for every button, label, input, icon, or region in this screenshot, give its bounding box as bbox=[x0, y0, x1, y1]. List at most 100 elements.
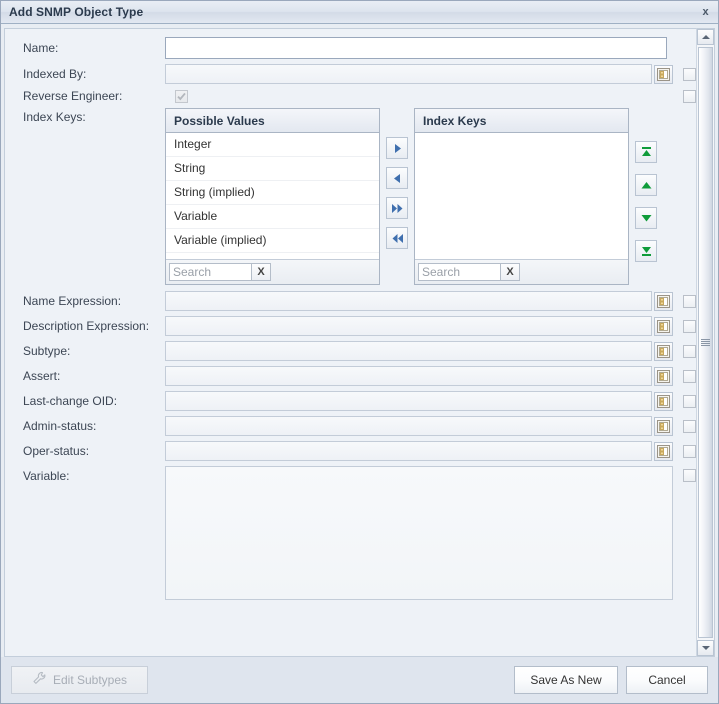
possible-values-footer: X bbox=[166, 259, 379, 284]
move-left-icon[interactable] bbox=[386, 167, 408, 189]
indexed-by-picker-icon[interactable] bbox=[654, 64, 673, 84]
row-oper-status: Oper-status: bbox=[5, 441, 696, 461]
row-assert: Assert: bbox=[5, 366, 696, 386]
oper-status-input[interactable] bbox=[165, 441, 652, 461]
cancel-button[interactable]: Cancel bbox=[626, 666, 708, 694]
index-keys-clear-icon[interactable]: X bbox=[501, 263, 520, 281]
move-to-bottom-icon[interactable] bbox=[635, 240, 657, 262]
edit-subtypes-button: Edit Subtypes bbox=[11, 666, 148, 694]
row-name-expression: Name Expression: bbox=[5, 291, 696, 311]
label-admin-status: Admin-status: bbox=[23, 419, 97, 433]
dialog-title: Add SNMP Object Type bbox=[9, 5, 144, 19]
possible-values-listbox[interactable]: Possible Values Integer String String (i… bbox=[165, 108, 380, 285]
row-name: Name: bbox=[5, 37, 696, 59]
row-description-expression: Description Expression: bbox=[5, 316, 696, 336]
row-last-change-oid: Last-change OID: bbox=[5, 391, 696, 411]
move-up-icon[interactable] bbox=[635, 174, 657, 196]
possible-values-clear-icon[interactable]: X bbox=[252, 263, 271, 281]
dialog-footer: Edit Subtypes Save As New Cancel bbox=[1, 657, 718, 703]
assert-picker-icon[interactable] bbox=[654, 366, 673, 386]
assert-input[interactable] bbox=[165, 366, 652, 386]
list-item[interactable]: Variable (implied) bbox=[166, 229, 379, 253]
move-right-icon[interactable] bbox=[386, 137, 408, 159]
label-assert: Assert: bbox=[23, 369, 61, 383]
index-keys-search-input[interactable] bbox=[418, 263, 501, 281]
dialog-titlebar: Add SNMP Object Type x bbox=[1, 1, 718, 24]
save-as-new-button[interactable]: Save As New bbox=[514, 666, 618, 694]
assert-checkbox[interactable] bbox=[683, 369, 696, 383]
row-subtype: Subtype: bbox=[5, 341, 696, 361]
possible-values-search-input[interactable] bbox=[169, 263, 252, 281]
index-keys-footer: X bbox=[415, 259, 628, 284]
admin-status-checkbox[interactable] bbox=[683, 419, 696, 433]
wrench-icon bbox=[32, 671, 47, 689]
label-reverse-engineer: Reverse Engineer: bbox=[23, 89, 123, 103]
indexed-by-checkbox[interactable] bbox=[683, 67, 696, 81]
name-expression-picker-icon[interactable] bbox=[654, 291, 673, 311]
possible-values-items[interactable]: Integer String String (implied) Variable… bbox=[166, 133, 379, 259]
description-expression-input[interactable] bbox=[165, 316, 652, 336]
row-reverse-engineer: Reverse Engineer: bbox=[5, 89, 696, 103]
dialog-body: Name: Indexed By: Reverse Engineer: Inde… bbox=[1, 24, 718, 657]
last-change-oid-checkbox[interactable] bbox=[683, 394, 696, 408]
index-keys-section: Index Keys: Possible Values Integer Stri… bbox=[5, 108, 696, 285]
last-change-oid-input[interactable] bbox=[165, 391, 652, 411]
move-to-top-icon[interactable] bbox=[635, 141, 657, 163]
label-name-expression: Name Expression: bbox=[23, 294, 122, 308]
scrollbar-thumb[interactable] bbox=[698, 47, 713, 638]
label-subtype: Subtype: bbox=[23, 344, 71, 358]
scrollbar-grip-icon bbox=[701, 338, 710, 347]
list-item[interactable]: Integer bbox=[166, 133, 379, 157]
label-index-keys: Index Keys: bbox=[23, 110, 86, 124]
label-oper-status: Oper-status: bbox=[23, 444, 90, 458]
description-expression-checkbox[interactable] bbox=[683, 319, 696, 333]
subtype-picker-icon[interactable] bbox=[654, 341, 673, 361]
variable-checkbox[interactable] bbox=[683, 469, 696, 482]
label-variable: Variable: bbox=[23, 469, 70, 483]
admin-status-picker-icon[interactable] bbox=[654, 416, 673, 436]
move-all-left-icon[interactable] bbox=[386, 227, 408, 249]
save-as-new-label: Save As New bbox=[530, 673, 602, 687]
order-button-column bbox=[629, 108, 663, 273]
row-admin-status: Admin-status: bbox=[5, 416, 696, 436]
indexed-by-input[interactable] bbox=[165, 64, 652, 84]
move-down-icon[interactable] bbox=[635, 207, 657, 229]
edit-subtypes-label: Edit Subtypes bbox=[52, 673, 128, 687]
label-indexed-by: Indexed By: bbox=[23, 67, 87, 81]
list-item[interactable]: Variable bbox=[166, 205, 379, 229]
transfer-button-column bbox=[380, 108, 414, 257]
index-keys-header: Index Keys bbox=[415, 109, 628, 133]
last-change-oid-picker-icon[interactable] bbox=[654, 391, 673, 411]
oper-status-picker-icon[interactable] bbox=[654, 441, 673, 461]
add-snmp-object-type-dialog: Add SNMP Object Type x Name: Indexed By: bbox=[0, 0, 719, 704]
vertical-scrollbar[interactable] bbox=[696, 28, 715, 657]
possible-values-header: Possible Values bbox=[166, 109, 379, 133]
move-all-right-icon[interactable] bbox=[386, 197, 408, 219]
label-name: Name: bbox=[23, 41, 59, 55]
label-description-expression: Description Expression: bbox=[23, 319, 150, 333]
label-last-change-oid: Last-change OID: bbox=[23, 394, 118, 408]
variable-textarea[interactable] bbox=[165, 466, 673, 600]
admin-status-input[interactable] bbox=[165, 416, 652, 436]
name-expression-input[interactable] bbox=[165, 291, 652, 311]
reverse-engineer-checkbox bbox=[175, 89, 188, 103]
list-item[interactable]: String bbox=[166, 157, 379, 181]
cancel-label: Cancel bbox=[648, 673, 686, 687]
description-expression-picker-icon[interactable] bbox=[654, 316, 673, 336]
index-keys-items[interactable] bbox=[415, 133, 628, 259]
name-input[interactable] bbox=[165, 37, 667, 59]
scroll-up-icon[interactable] bbox=[697, 29, 714, 45]
reverse-engineer-holder bbox=[165, 89, 188, 103]
reverse-engineer-override-checkbox[interactable] bbox=[683, 89, 696, 103]
name-expression-checkbox[interactable] bbox=[683, 294, 696, 308]
row-indexed-by: Indexed By: bbox=[5, 64, 696, 84]
index-keys-listbox[interactable]: Index Keys X bbox=[414, 108, 629, 285]
scroll-down-icon[interactable] bbox=[697, 640, 714, 656]
scrollbar-track[interactable] bbox=[697, 45, 714, 640]
subtype-input[interactable] bbox=[165, 341, 652, 361]
list-item[interactable]: String (implied) bbox=[166, 181, 379, 205]
close-icon[interactable]: x bbox=[697, 3, 714, 20]
oper-status-checkbox[interactable] bbox=[683, 444, 696, 458]
subtype-checkbox[interactable] bbox=[683, 344, 696, 358]
form-scroll-content: Name: Indexed By: Reverse Engineer: Inde… bbox=[4, 28, 696, 657]
